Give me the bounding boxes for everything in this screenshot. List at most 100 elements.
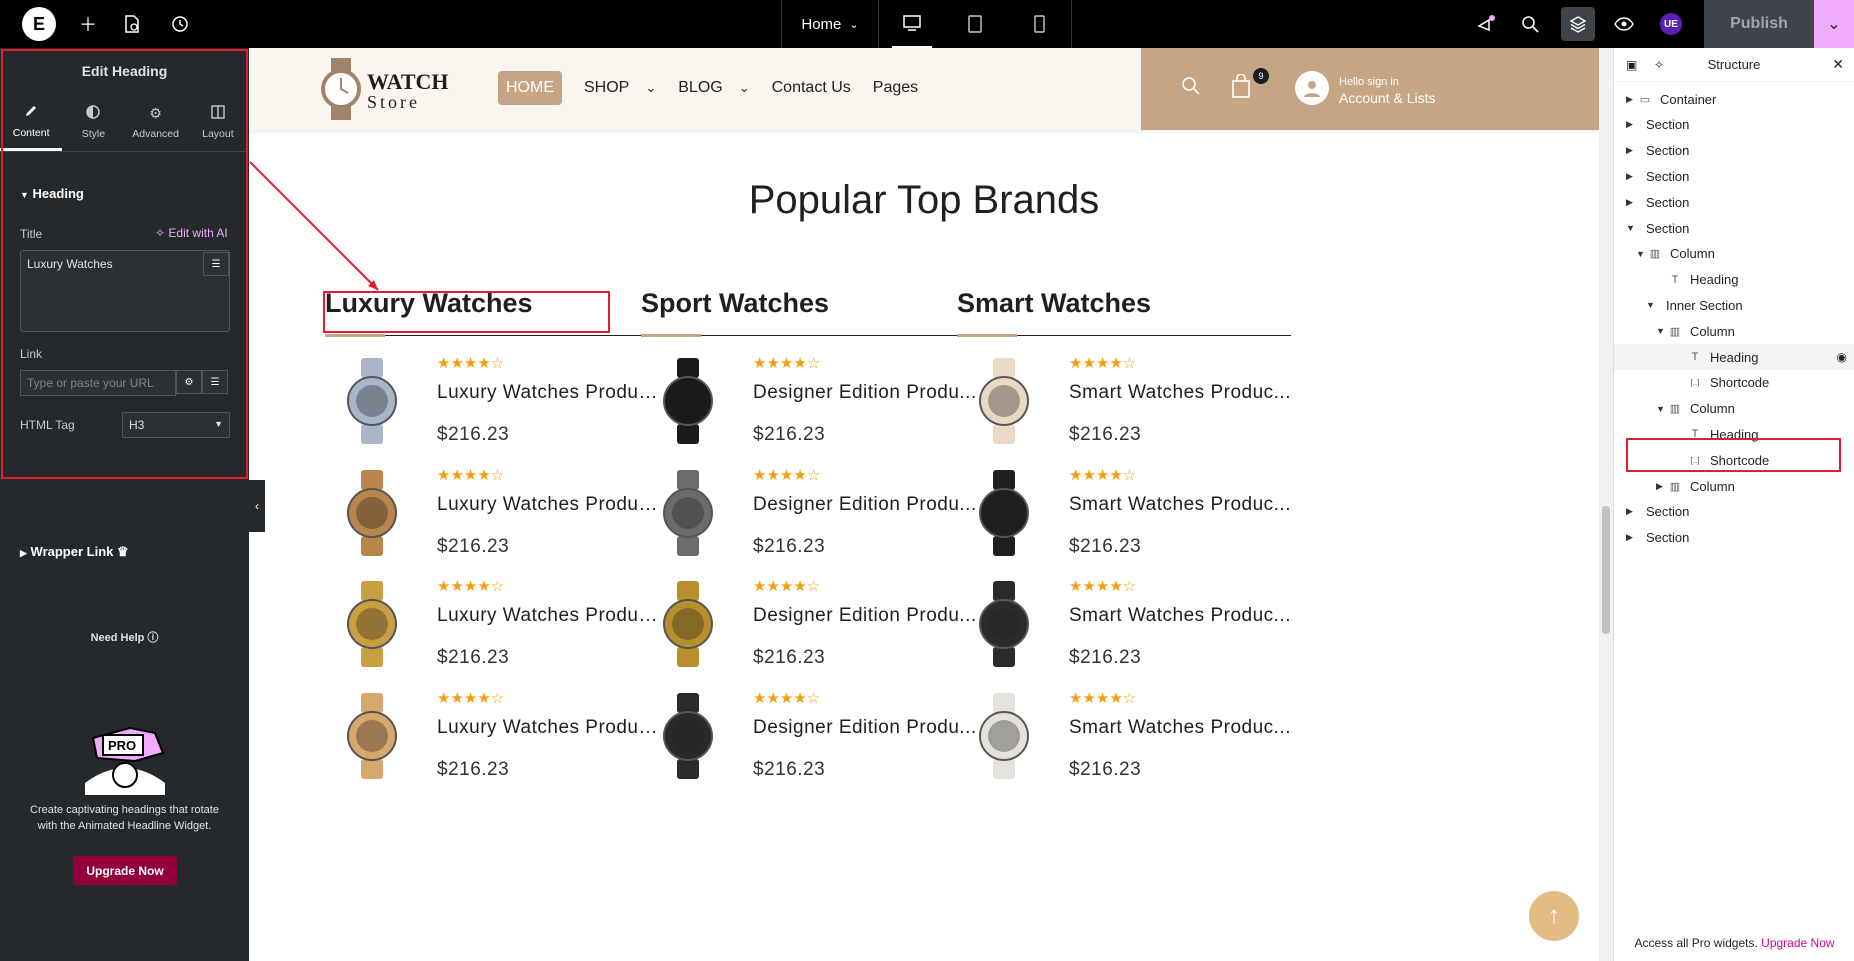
elementor-logo[interactable]: E [22, 7, 56, 41]
structure-item-heading[interactable]: T Heading [1614, 267, 1854, 293]
product-name[interactable]: Designer Edition Produ... [753, 382, 981, 404]
structure-item-section[interactable]: ▼ Section [1614, 215, 1854, 241]
canvas-scroll-thumb[interactable] [1602, 506, 1610, 634]
product-card[interactable]: ★★★★☆ Smart Watches Produc... $216.23 [957, 348, 1297, 458]
product-name[interactable]: Luxury Watches Produc... [437, 382, 665, 404]
wrapper-link-toggle[interactable]: ▶ Wrapper Link ♛ [20, 544, 129, 560]
page-settings-icon[interactable] [122, 0, 142, 48]
user-avatar[interactable]: UE [1660, 13, 1682, 35]
scroll-to-top-button[interactable]: ↑ [1529, 891, 1579, 941]
product-watch-image[interactable] [653, 468, 723, 558]
product-name[interactable]: Designer Edition Produ... [753, 494, 981, 516]
product-watch-image[interactable] [653, 579, 723, 669]
caret-right-icon[interactable]: ▶ [1626, 145, 1638, 156]
upgrade-now-button[interactable]: Upgrade Now [73, 856, 177, 885]
product-name[interactable]: Luxury Watches Produc... [437, 494, 665, 516]
structure-toggle-icon[interactable] [1561, 7, 1595, 41]
nav-blog[interactable]: BLOG [678, 79, 722, 97]
caret-right-icon[interactable]: ▶ [1626, 94, 1638, 105]
caret-right-icon[interactable]: ▶ [1626, 506, 1638, 517]
product-watch-image[interactable] [337, 691, 407, 781]
caret-right-icon[interactable]: ▶ [1626, 119, 1638, 130]
ai-sparkle-icon[interactable]: ✧ [1654, 58, 1664, 72]
product-name[interactable]: Smart Watches Produc... [1069, 717, 1297, 739]
caret-down-icon[interactable]: ▼ [1656, 404, 1668, 414]
structure-item-section[interactable]: ▶ Section [1614, 525, 1854, 551]
structure-item-section[interactable]: ▶ Section [1614, 112, 1854, 138]
product-card[interactable]: ★★★★☆ Smart Watches Produc... $216.23 [957, 460, 1297, 570]
product-watch-image[interactable] [969, 691, 1039, 781]
structure-item-shortcode[interactable]: [..] Shortcode [1614, 370, 1854, 396]
product-card[interactable]: ★★★★☆ Designer Edition Produ... $216.23 [641, 571, 981, 681]
product-card[interactable]: ★★★★☆ Designer Edition Produ... $216.23 [641, 348, 981, 458]
product-name[interactable]: Luxury Watches Produc... [437, 717, 665, 739]
caret-right-icon[interactable]: ▶ [1656, 481, 1668, 492]
product-watch-image[interactable] [969, 579, 1039, 669]
product-card[interactable]: ★★★★☆ Designer Edition Produ... $216.23 [641, 683, 981, 793]
mobile-icon[interactable] [1019, 0, 1059, 48]
product-watch-image[interactable] [969, 468, 1039, 558]
product-card[interactable]: ★★★★☆ Luxury Watches Produc... $216.23 [325, 348, 665, 458]
product-name[interactable]: Luxury Watches Produc... [437, 605, 665, 627]
tablet-icon[interactable] [955, 0, 995, 48]
product-card[interactable]: ★★★★☆ Smart Watches Produc... $216.23 [957, 683, 1297, 793]
structure-item-column[interactable]: ▶ ▥ Column [1614, 473, 1854, 499]
add-element-icon[interactable]: ＋ [78, 0, 98, 48]
close-icon[interactable]: ✕ [1832, 56, 1844, 73]
product-card[interactable]: ★★★★☆ Luxury Watches Produc... $216.23 [325, 571, 665, 681]
product-watch-image[interactable] [337, 356, 407, 446]
visibility-eye-icon[interactable]: ◉ [1837, 350, 1847, 364]
product-card[interactable]: ★★★★☆ Smart Watches Produc... $216.23 [957, 571, 1297, 681]
account-link[interactable]: Hello sign in Account & Lists [1339, 74, 1436, 106]
caret-right-icon[interactable]: ▶ [1626, 171, 1638, 182]
structure-item-section[interactable]: ▶ Section [1614, 138, 1854, 164]
search-icon[interactable] [1518, 0, 1542, 48]
collapse-all-icon[interactable]: ▣ [1626, 58, 1637, 72]
product-name[interactable]: Smart Watches Produc... [1069, 494, 1297, 516]
canvas-scrollbar[interactable] [1599, 48, 1613, 961]
product-card[interactable]: ★★★★☆ Designer Edition Produ... $216.23 [641, 460, 981, 570]
collapse-panel-chevron-left-icon[interactable]: ‹ [249, 480, 265, 532]
site-search-icon[interactable] [1181, 76, 1201, 102]
product-watch-image[interactable] [969, 356, 1039, 446]
product-card[interactable]: ★★★★☆ Luxury Watches Produc... $216.23 [325, 683, 665, 793]
publish-button[interactable]: Publish [1704, 0, 1814, 48]
structure-item-container[interactable]: ▶ ▭ Container [1614, 86, 1854, 112]
structure-item-section[interactable]: ▶ Section [1614, 163, 1854, 189]
blog-chevron-down-icon[interactable]: ⌄ [739, 80, 750, 96]
nav-shop[interactable]: SHOP [584, 79, 629, 97]
nav-contact[interactable]: Contact Us [772, 79, 851, 97]
caret-right-icon[interactable]: ▶ [1626, 197, 1638, 208]
caret-right-icon[interactable]: ▶ [1626, 532, 1638, 543]
notifications-icon[interactable] [1474, 0, 1498, 48]
product-watch-image[interactable] [337, 579, 407, 669]
site-logo[interactable]: WATCH Store [321, 58, 449, 125]
caret-down-icon[interactable]: ▼ [1646, 300, 1658, 310]
caret-down-icon[interactable]: ▼ [1636, 249, 1648, 259]
product-name[interactable]: Designer Edition Produ... [753, 605, 981, 627]
product-watch-image[interactable] [337, 468, 407, 558]
shop-chevron-down-icon[interactable]: ⌄ [645, 80, 656, 96]
caret-down-icon[interactable]: ▼ [1626, 223, 1638, 233]
nav-home[interactable]: HOME [498, 71, 562, 105]
page-selector[interactable]: Home ⌄ [781, 0, 879, 48]
structure-item-heading[interactable]: T Heading ◉ [1614, 344, 1854, 370]
product-name[interactable]: Smart Watches Produc... [1069, 382, 1297, 404]
structure-item-inner-section[interactable]: ▼ Inner Section [1614, 292, 1854, 318]
product-name[interactable]: Smart Watches Produc... [1069, 605, 1297, 627]
nav-pages[interactable]: Pages [873, 79, 918, 97]
footer-upgrade-link[interactable]: Upgrade Now [1761, 936, 1834, 950]
product-watch-image[interactable] [653, 356, 723, 446]
caret-down-icon[interactable]: ▼ [1656, 326, 1668, 336]
desktop-icon[interactable] [891, 0, 932, 48]
history-icon[interactable] [170, 0, 190, 48]
publish-options-chevron-icon[interactable]: ⌄ [1814, 0, 1854, 48]
column-heading[interactable]: Sport Watches [641, 288, 975, 337]
product-name[interactable]: Designer Edition Produ... [753, 717, 981, 739]
structure-item-column[interactable]: ▼ ▥ Column [1614, 241, 1854, 267]
preview-eye-icon[interactable] [1612, 0, 1636, 48]
structure-item-column[interactable]: ▼ ▥ Column [1614, 396, 1854, 422]
cart-icon[interactable] [1231, 73, 1251, 104]
product-watch-image[interactable] [653, 691, 723, 781]
account-user-icon[interactable] [1295, 71, 1329, 105]
